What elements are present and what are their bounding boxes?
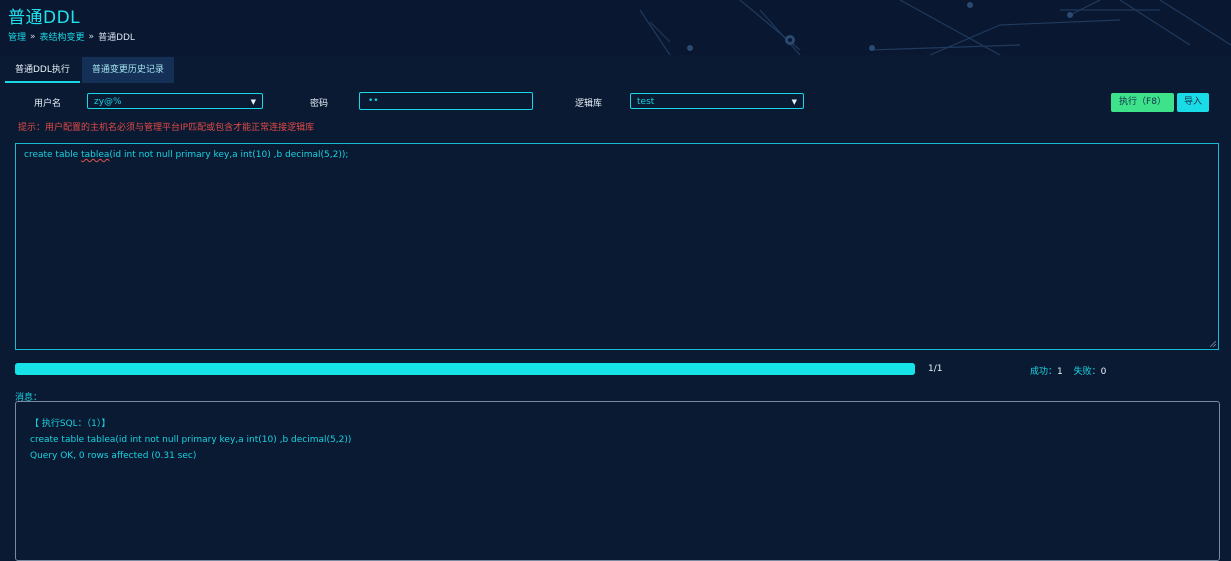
fail-label: 失败：	[1073, 367, 1101, 377]
connection-hint: 提示：用户配置的主机名必须与管理平台IP匹配或包含才能正常连接逻辑库	[18, 123, 315, 133]
progress-fill	[15, 363, 915, 375]
progress-count: 1/1	[928, 364, 943, 374]
sql-text-flagged: tablea	[81, 150, 110, 160]
fail-count: 0	[1100, 367, 1107, 377]
tab-change-history[interactable]: 普通变更历史记录	[81, 57, 174, 83]
page-header: 普通DDL 管理 » 表结构变更 » 普通DDL	[0, 0, 1231, 55]
database-select[interactable]: test ▼	[630, 93, 804, 109]
result-stats: 成功：1 失败：0	[1030, 364, 1114, 377]
message-line: Query OK, 0 rows affected (0.31 sec)	[30, 451, 197, 461]
user-select[interactable]: zy@% ▼	[87, 93, 263, 109]
message-line: create table tablea(id int not null prim…	[30, 435, 352, 445]
page-title: 普通DDL	[8, 8, 81, 28]
password-input[interactable]: ••	[359, 92, 533, 110]
user-select-value: zy@%	[94, 97, 122, 107]
breadcrumb: 管理 » 表结构变更 » 普通DDL	[8, 30, 135, 44]
message-line: 【 执行SQL：（1）】	[30, 419, 111, 429]
chevron-down-icon: ▼	[791, 98, 797, 106]
password-value: ••	[368, 96, 379, 106]
user-label: 用户名	[34, 99, 62, 109]
database-select-value: test	[637, 97, 655, 107]
password-label: 密码	[310, 99, 329, 109]
breadcrumb-schema-change[interactable]: 表结构变更	[40, 30, 85, 43]
import-button[interactable]: 导入	[1177, 93, 1209, 112]
sql-text-suffix: (id int not null primary key,a int(10) ,…	[109, 150, 349, 160]
execute-button[interactable]: 执行（F8）	[1111, 93, 1174, 112]
success-count: 1	[1057, 367, 1063, 377]
tab-bar: 普通DDL执行 普通变更历史记录	[5, 57, 174, 83]
breadcrumb-current: 普通DDL	[98, 33, 135, 43]
tab-ddl-execute[interactable]: 普通DDL执行	[5, 57, 80, 83]
breadcrumb-manage[interactable]: 管理	[8, 30, 26, 43]
chevron-down-icon: ▼	[250, 98, 256, 106]
circuit-decoration	[639, 0, 1231, 55]
sql-editor[interactable]: create table tablea(id int not null prim…	[15, 143, 1219, 350]
breadcrumb-separator: »	[88, 31, 95, 42]
resize-grip-icon[interactable]	[1210, 341, 1216, 347]
sql-text-prefix: create table	[24, 150, 82, 160]
progress-bar	[15, 363, 915, 375]
breadcrumb-separator: »	[30, 31, 36, 42]
messages-panel[interactable]: 【 执行SQL：（1）】 create table tablea(id int …	[15, 401, 1220, 561]
success-label: 成功：	[1030, 367, 1058, 377]
database-label: 逻辑库	[575, 99, 603, 109]
